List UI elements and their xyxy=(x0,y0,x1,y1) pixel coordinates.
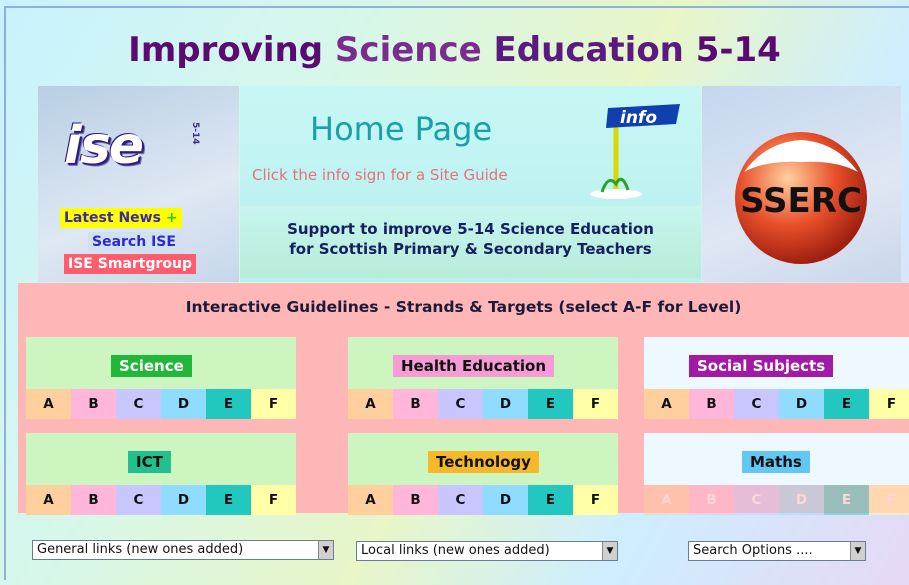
level-button[interactable]: F xyxy=(573,485,618,515)
level-button[interactable]: E xyxy=(824,485,869,515)
ise-logo-subtext: 5-14 xyxy=(190,122,200,145)
level-button[interactable]: B xyxy=(689,485,734,515)
level-button[interactable]: C xyxy=(116,389,161,419)
support-banner: Support to improve 5-14 Science Educatio… xyxy=(240,206,701,278)
ise-banner-panel: ise 5-14 Latest News + Search ISE ISE Sm… xyxy=(38,86,239,282)
subject-header: Social Subjects xyxy=(644,337,909,389)
level-button[interactable]: A xyxy=(644,485,689,515)
level-button[interactable]: C xyxy=(116,485,161,515)
level-button[interactable]: F xyxy=(869,485,909,515)
subject-block: Social Subjects A B C D E F xyxy=(644,337,909,419)
level-button[interactable]: B xyxy=(393,389,438,419)
level-button[interactable]: A xyxy=(348,389,393,419)
level-button[interactable]: D xyxy=(779,485,824,515)
subject-block: Maths A B C D E F xyxy=(644,433,909,515)
home-page-heading: Home Page xyxy=(310,110,493,148)
level-button[interactable]: F xyxy=(869,389,909,419)
subject-label[interactable]: Social Subjects xyxy=(689,355,834,377)
subject-header: Maths xyxy=(644,433,909,485)
info-sign-icon[interactable]: info xyxy=(588,100,688,200)
level-selector: ABCDEF xyxy=(644,389,909,419)
ise-smartgroup-link[interactable]: ISE Smartgroup xyxy=(64,254,196,274)
level-button[interactable]: C xyxy=(734,389,779,419)
local-links-select[interactable]: Local links (new ones added) ▼ xyxy=(356,541,618,561)
level-button[interactable]: D xyxy=(161,389,206,419)
local-links-value: Local links (new ones added) xyxy=(361,543,550,558)
support-line-1: Support to improve 5-14 Science Educatio… xyxy=(287,220,654,238)
level-selector: ABCDEF xyxy=(26,485,296,515)
level-selector: ABCDEF xyxy=(348,485,618,515)
interactive-guidelines-panel: Interactive Guidelines - Strands & Targe… xyxy=(18,283,909,515)
search-options-value: Search Options .... xyxy=(693,543,813,558)
subject-header: Science xyxy=(26,337,296,389)
subject-header: ICT xyxy=(26,433,296,485)
chevron-down-icon[interactable]: ▼ xyxy=(850,542,865,560)
subject-header: Health Education xyxy=(348,337,618,389)
sserc-banner-panel: SSERC xyxy=(702,86,901,282)
support-line-2: for Scottish Primary & Secondary Teacher… xyxy=(289,240,652,258)
level-button[interactable]: C xyxy=(438,485,483,515)
site-guide-hint: Click the info sign for a Site Guide xyxy=(252,166,508,184)
level-selector: ABCDEF xyxy=(26,389,296,419)
subject-block: ICT A B C D E F xyxy=(26,433,296,515)
level-button[interactable]: F xyxy=(573,389,618,419)
level-button[interactable]: C xyxy=(438,389,483,419)
chevron-down-icon[interactable]: ▼ xyxy=(602,542,617,560)
level-button[interactable]: D xyxy=(483,389,528,419)
level-button[interactable]: A xyxy=(26,389,71,419)
level-button[interactable]: E xyxy=(528,485,573,515)
level-button[interactable]: B xyxy=(689,389,734,419)
level-button[interactable]: A xyxy=(348,485,393,515)
level-button[interactable]: B xyxy=(71,485,116,515)
search-ise-link[interactable]: Search ISE xyxy=(88,232,180,252)
subject-label[interactable]: Maths xyxy=(742,451,810,473)
subject-label[interactable]: ICT xyxy=(128,451,171,473)
latest-news-label: Latest News xyxy=(64,210,161,226)
general-links-select[interactable]: General links (new ones added) ▼ xyxy=(32,540,334,560)
level-button[interactable]: A xyxy=(26,485,71,515)
level-button[interactable]: A xyxy=(644,389,689,419)
subject-label[interactable]: Technology xyxy=(428,451,539,473)
plus-icon: + xyxy=(165,210,178,226)
ise-logo-text: ise xyxy=(64,116,144,176)
level-button[interactable]: F xyxy=(251,389,296,419)
level-button[interactable]: E xyxy=(206,485,251,515)
general-links-value: General links (new ones added) xyxy=(37,542,244,557)
home-banner-panel: Home Page Click the info sign for a Site… xyxy=(240,86,701,282)
svg-text:info: info xyxy=(620,108,657,128)
level-button[interactable]: E xyxy=(824,389,869,419)
chevron-down-icon[interactable]: ▼ xyxy=(318,541,333,559)
sserc-globe-logo[interactable]: SSERC xyxy=(726,120,876,270)
level-button[interactable]: B xyxy=(393,485,438,515)
search-options-select[interactable]: Search Options .... ▼ xyxy=(688,541,866,561)
subject-block: Technology A B C D E F xyxy=(348,433,618,515)
subject-label[interactable]: Science xyxy=(111,355,192,377)
subject-block: Health Education A B C D E F xyxy=(348,337,618,419)
guidelines-title: Interactive Guidelines - Strands & Targe… xyxy=(185,298,742,316)
level-selector: ABCDEF xyxy=(644,485,909,515)
level-selector: ABCDEF xyxy=(348,389,618,419)
latest-news-link[interactable]: Latest News + xyxy=(60,208,182,228)
page-title: Improving Science Education 5-14 xyxy=(128,30,781,70)
subject-block: Science A B C D E F xyxy=(26,337,296,419)
level-button[interactable]: D xyxy=(779,389,824,419)
subject-label[interactable]: Health Education xyxy=(393,355,555,377)
level-button[interactable]: D xyxy=(161,485,206,515)
subject-header: Technology xyxy=(348,433,618,485)
level-button[interactable]: C xyxy=(734,485,779,515)
level-button[interactable]: E xyxy=(206,389,251,419)
level-button[interactable]: E xyxy=(528,389,573,419)
level-button[interactable]: F xyxy=(251,485,296,515)
level-button[interactable]: B xyxy=(71,389,116,419)
ise-logo[interactable]: ise 5-14 xyxy=(60,108,210,194)
level-button[interactable]: D xyxy=(483,485,528,515)
svg-text:SSERC: SSERC xyxy=(740,181,862,221)
